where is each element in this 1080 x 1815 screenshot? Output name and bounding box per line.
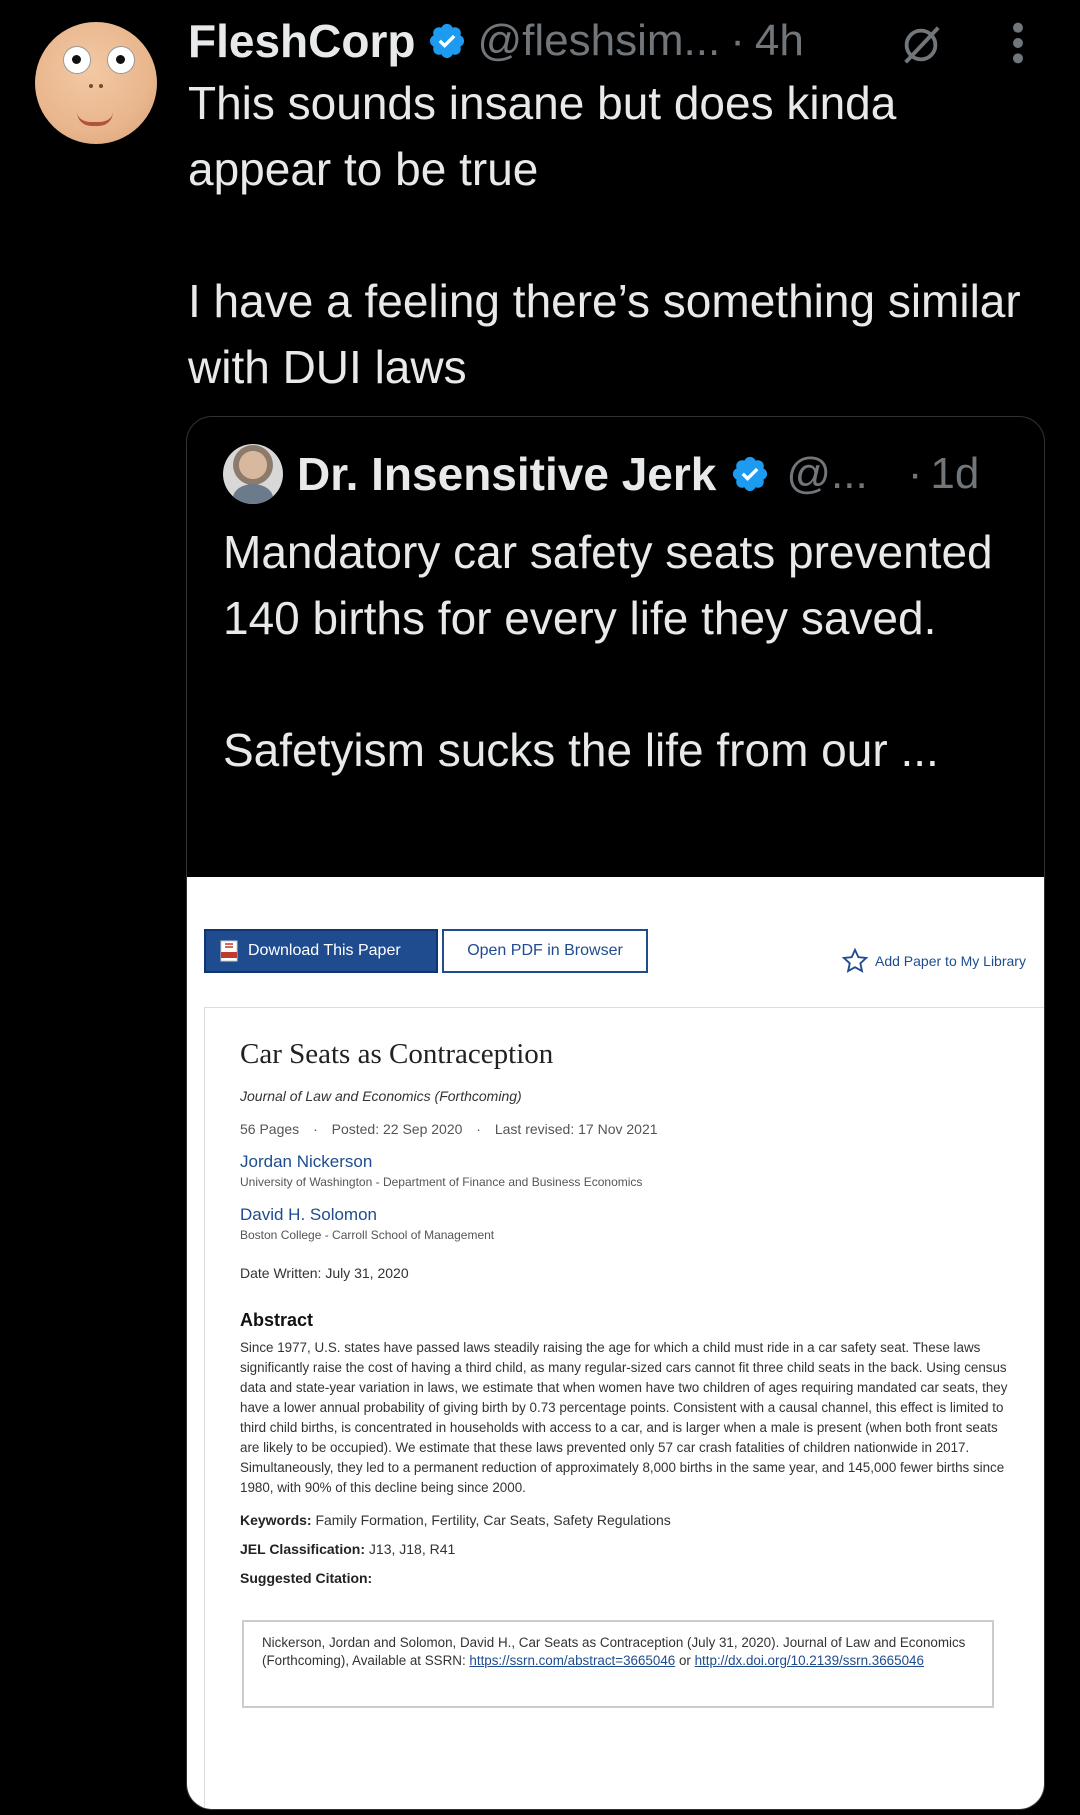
quoted-author-handle[interactable]: @... [786,449,867,499]
tweet-header: FleshCorp @fleshsim... · 4h [188,8,804,74]
jel-value: J13, J18, R41 [368,1541,456,1557]
citation-box: Nickerson, Jordan and Solomon, David H.,… [242,1620,994,1708]
paper-meta: 56 Pages · Posted: 22 Sep 2020 · Last re… [240,1121,658,1137]
quoted-tweet-paragraph: Safetyism sucks the life from our ... [223,724,939,776]
add-to-library-label: Add Paper to My Library [875,953,1026,969]
header-separator: · [730,16,745,65]
tweet-timestamp[interactable]: 4h [755,16,804,66]
suggested-citation-label: Suggested Citation: [240,1570,372,1586]
quoted-tweet-card[interactable]: Dr. Insensitive Jerk @... · 1d Mandatory… [186,416,1045,1810]
open-pdf-button: Open PDF in Browser [442,929,648,973]
tweet-text-paragraph: I have a feeling there’s something simil… [188,275,1021,393]
grok-icon[interactable] [898,22,944,68]
avatar-mouth [77,112,113,126]
paper-author-affiliation: University of Washington - Department of… [240,1175,643,1189]
meta-separator: · [476,1121,481,1137]
avatar-eye [63,46,91,74]
keywords-value: Family Formation, Fertility, Car Seats, … [315,1512,671,1528]
quoted-tweet-timestamp[interactable]: 1d [930,449,979,499]
paper-pages: 56 Pages [240,1121,300,1137]
star-outline-icon [841,947,869,973]
header-separator: · [907,449,923,498]
suggested-citation-heading: Suggested Citation: [240,1570,373,1586]
avatar-nose [89,84,103,90]
quoted-tweet-body: Mandatory car safety seats prevented 140… [223,519,1023,783]
avatar-eye [107,46,135,74]
paper-keywords: Keywords: Family Formation, Fertility, C… [240,1512,671,1528]
open-pdf-label: Open PDF in Browser [467,942,623,959]
citation-doi-link: http://dx.doi.org/10.2139/ssrn.3665046 [694,1653,924,1668]
paper-revised-date: Last revised: 17 Nov 2021 [494,1121,658,1137]
quoted-author-avatar[interactable] [223,444,283,504]
citation-or: or [678,1653,691,1668]
avatar-fleshcorp[interactable] [35,22,157,144]
paper-journal: Journal of Law and Economics (Forthcomin… [240,1088,522,1104]
quoted-tweet-header: Dr. Insensitive Jerk @... · 1d [223,443,979,505]
download-paper-label: Download This Paper [248,942,401,959]
verified-badge-icon [430,23,465,59]
paper-date-written: Date Written: July 31, 2020 [240,1265,409,1281]
paper-author-link: David H. Solomon [240,1205,378,1224]
paper-posted-date: Posted: 22 Sep 2020 [331,1121,463,1137]
citation-ssrn-link: https://ssrn.com/abstract=3665046 [469,1653,676,1668]
jel-label: JEL Classification: [240,1541,366,1557]
paper-jel-classification: JEL Classification: J13, J18, R41 [240,1541,455,1557]
quoted-tweet-media-image[interactable]: Download This Paper Open PDF in Browser … [187,877,1044,1809]
author-handle[interactable]: @fleshsim... [477,16,720,66]
paper-author-link: Jordan Nickerson [240,1152,373,1171]
paper-title: Car Seats as Contraception [240,1038,554,1070]
abstract-heading: Abstract [240,1310,314,1330]
add-to-library-link: Add Paper to My Library [841,947,1026,975]
tweet-body: This sounds insane but does kinda appear… [188,70,1048,400]
verified-badge-icon [733,456,768,492]
paper-author-affiliation: Boston College - Carroll School of Manag… [240,1228,495,1242]
quoted-author-display-name[interactable]: Dr. Insensitive Jerk [297,447,716,501]
paper-details-panel: Car Seats as Contraception Journal of La… [204,1007,1044,1809]
abstract-text: Since 1977, U.S. states have passed laws… [240,1340,1008,1495]
tweet-text-paragraph: This sounds insane but does kinda appear… [188,77,897,195]
download-paper-button: Download This Paper [204,929,438,973]
meta-separator: · [313,1121,318,1137]
author-display-name[interactable]: FleshCorp [188,14,415,68]
keywords-label: Keywords: [240,1512,312,1528]
pdf-icon [220,940,238,962]
more-vertical-icon[interactable] [1006,20,1030,66]
quoted-tweet-paragraph: Mandatory car safety seats prevented 140… [223,526,993,644]
